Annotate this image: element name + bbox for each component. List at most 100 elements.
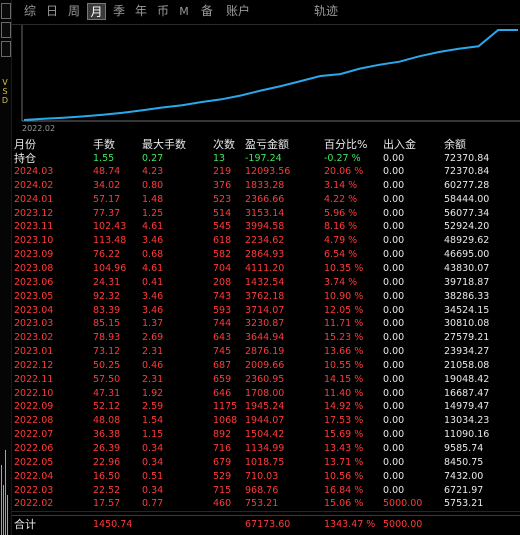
row-max-lots: 1.48 [142, 193, 164, 205]
row-count: 704 [213, 262, 232, 274]
row-balance: 30810.08 [444, 318, 490, 330]
table-row[interactable]: 2022.05 22.96 0.34 679 1018.75 13.71 % 0.00 845… [12, 457, 520, 470]
row-deposit: 0.00 [383, 484, 405, 496]
row-count: 582 [213, 249, 232, 261]
table-row[interactable]: 2023.05 92.32 3.46 743 3762.18 10.90 % 0.00 382… [12, 291, 520, 304]
tab-notes[interactable]: 备 [199, 3, 215, 20]
row-max-lots: 2.31 [142, 373, 164, 385]
table-row[interactable]: 2022.10 47.31 1.92 646 1708.00 11.40 % 0.00 166… [12, 388, 520, 401]
row-max-lots: 4.61 [142, 221, 164, 233]
row-deposit: 0.00 [383, 470, 405, 482]
row-lots: 57.17 [93, 193, 121, 205]
tab-week[interactable]: 周 [66, 3, 82, 20]
row-percent: 10.90 % [324, 290, 364, 302]
tab-year[interactable]: 年 [133, 3, 149, 20]
position-count: 13 [213, 153, 226, 164]
tab-overview[interactable]: 综 [22, 3, 38, 20]
header-lots[interactable]: 手数 [93, 137, 115, 153]
table-row[interactable]: 2023.06 24.31 0.41 208 1432.54 3.74 % 0.00 3971… [12, 277, 520, 290]
tab-month[interactable]: 月 [87, 3, 106, 20]
table-row[interactable]: 2023.03 85.15 1.37 744 3230.87 11.71 % 0.00 308… [12, 318, 520, 331]
row-month: 2023.09 [14, 249, 54, 261]
table-row[interactable]: 2023.08 104.96 4.61 704 4111.20 10.35 % 0.00 43… [12, 263, 520, 276]
table-row[interactable]: 2023.09 76.22 0.68 582 2864.93 6.54 % 0.00 4669… [12, 249, 520, 262]
table-row[interactable]: 2023.02 78.93 2.69 643 3644.94 15.23 % 0.00 275… [12, 332, 520, 345]
row-balance: 16687.47 [444, 387, 490, 399]
header-deposit[interactable]: 出入金 [383, 137, 416, 153]
row-pnl: 3714.07 [245, 304, 285, 316]
panel-toggle-button[interactable] [1, 41, 11, 57]
row-balance: 46695.00 [444, 249, 490, 261]
tab-quarter[interactable]: 季 [111, 3, 127, 20]
row-balance: 13034.23 [444, 415, 490, 427]
table-row[interactable]: 2023.11 102.43 4.61 545 3994.58 8.16 % 0.00 529… [12, 221, 520, 234]
row-deposit: 0.00 [383, 276, 405, 288]
row-pnl: 1504.42 [245, 429, 285, 441]
row-max-lots: 2.59 [142, 401, 164, 413]
row-balance: 23934.27 [444, 346, 490, 358]
row-max-lots: 0.34 [142, 456, 164, 468]
row-percent: 12.05 % [324, 304, 364, 316]
table-row[interactable]: 2022.11 57.50 2.31 659 2360.95 14.15 % 0.00 190… [12, 374, 520, 387]
row-pnl: 3762.18 [245, 290, 285, 302]
position-max-lots: 0.27 [142, 153, 164, 164]
header-max-lots[interactable]: 最大手数 [142, 137, 186, 153]
row-deposit: 0.00 [383, 415, 405, 427]
table-row[interactable]: 2022.04 16.50 0.51 529 710.03 10.56 % 0.00 7432… [12, 471, 520, 484]
header-count[interactable]: 次数 [213, 137, 235, 153]
tab-day[interactable]: 日 [44, 3, 60, 20]
row-percent: 14.92 % [324, 401, 364, 413]
monthly-stats-table: 月份 手数 最大手数 次数 盈亏金额 百分比% 出入金 余额 持仓 1.55 0… [12, 137, 520, 535]
table-row[interactable]: 2022.03 22.52 0.34 715 968.76 16.84 % 0.00 6721… [12, 485, 520, 498]
table-row[interactable]: 2022.09 52.12 2.59 1175 1945.24 14.92 % 0.00 14… [12, 401, 520, 414]
row-balance: 48929.62 [444, 235, 490, 247]
table-row[interactable]: 2024.03 48.74 4.23 219 12093.56 20.06 % 0.00 72… [12, 166, 520, 179]
table-row[interactable]: 2023.01 73.12 2.31 745 2876.19 13.66 % 0.00 239… [12, 346, 520, 359]
total-row: 合计 1450.74 67173.60 1343.47 % 5000.00 [12, 515, 520, 534]
row-percent: 15.69 % [324, 429, 364, 441]
row-month: 2022.09 [14, 401, 54, 413]
row-lots: 104.96 [93, 262, 127, 274]
row-balance: 38286.33 [444, 290, 490, 302]
row-deposit: 0.00 [383, 359, 405, 371]
table-row[interactable]: 2022.02 17.57 0.77 460 753.21 15.06 % 5000.00 5… [12, 498, 520, 511]
row-max-lots: 1.92 [142, 387, 164, 399]
tab-currency[interactable]: 币 [155, 3, 171, 20]
header-month[interactable]: 月份 [14, 137, 36, 153]
panel-toggle-button[interactable] [1, 22, 11, 38]
row-lots: 77.37 [93, 207, 121, 219]
table-row[interactable]: 2024.01 57.17 1.48 523 2366.66 4.22 % 0.00 5844… [12, 194, 520, 207]
tab-m[interactable]: M [178, 3, 190, 20]
table-row[interactable]: 2022.06 26.39 0.34 716 1134.99 13.43 % 0.00 958… [12, 443, 520, 456]
row-percent: 14.15 % [324, 373, 364, 385]
row-deposit: 0.00 [383, 456, 405, 468]
tab-trajectory[interactable]: 轨迹 [311, 3, 341, 20]
row-deposit: 0.00 [383, 262, 405, 274]
row-deposit: 0.00 [383, 332, 405, 344]
row-max-lots: 2.31 [142, 346, 164, 358]
row-pnl: 1945.24 [245, 401, 285, 413]
position-row[interactable]: 持仓 1.55 0.27 13 -197.24 -0.27 % 0.00 723… [12, 152, 520, 166]
table-row[interactable]: 2022.08 48.08 1.54 1068 1944.07 17.53 % 0.00 13… [12, 415, 520, 428]
row-month: 2023.02 [14, 332, 54, 344]
row-lots: 78.93 [93, 332, 121, 344]
header-balance[interactable]: 余额 [444, 137, 466, 153]
table-row[interactable]: 2023.04 83.39 3.46 593 3714.07 12.05 % 0.00 345… [12, 305, 520, 318]
row-month: 2023.08 [14, 262, 54, 274]
table-row[interactable]: 2022.07 36.38 1.15 892 1504.42 15.69 % 0.00 110… [12, 429, 520, 442]
row-lots: 34.02 [93, 179, 121, 191]
table-row[interactable]: 2022.12 50.25 0.46 687 2009.66 10.55 % 0.00 210… [12, 360, 520, 373]
row-deposit: 0.00 [383, 249, 405, 261]
row-lots: 24.31 [93, 276, 121, 288]
header-pnl[interactable]: 盈亏金额 [245, 137, 289, 153]
panel-toggle-button[interactable] [1, 3, 11, 19]
row-pnl: 1944.07 [245, 415, 285, 427]
left-toolbar-strip: V S D [0, 0, 12, 535]
table-row[interactable]: 2023.10 113.48 3.46 618 2234.62 4.79 % 0.00 489… [12, 235, 520, 248]
header-percent[interactable]: 百分比% [324, 137, 367, 153]
mini-volume-bars [1, 450, 8, 535]
table-row[interactable]: 2023.12 77.37 1.25 514 3153.14 5.96 % 0.00 5607… [12, 208, 520, 221]
tab-account[interactable]: 账户 [223, 3, 253, 20]
row-lots: 85.15 [93, 318, 121, 330]
table-row[interactable]: 2024.02 34.02 0.80 376 1833.28 3.14 % 0.00 6027… [12, 180, 520, 193]
